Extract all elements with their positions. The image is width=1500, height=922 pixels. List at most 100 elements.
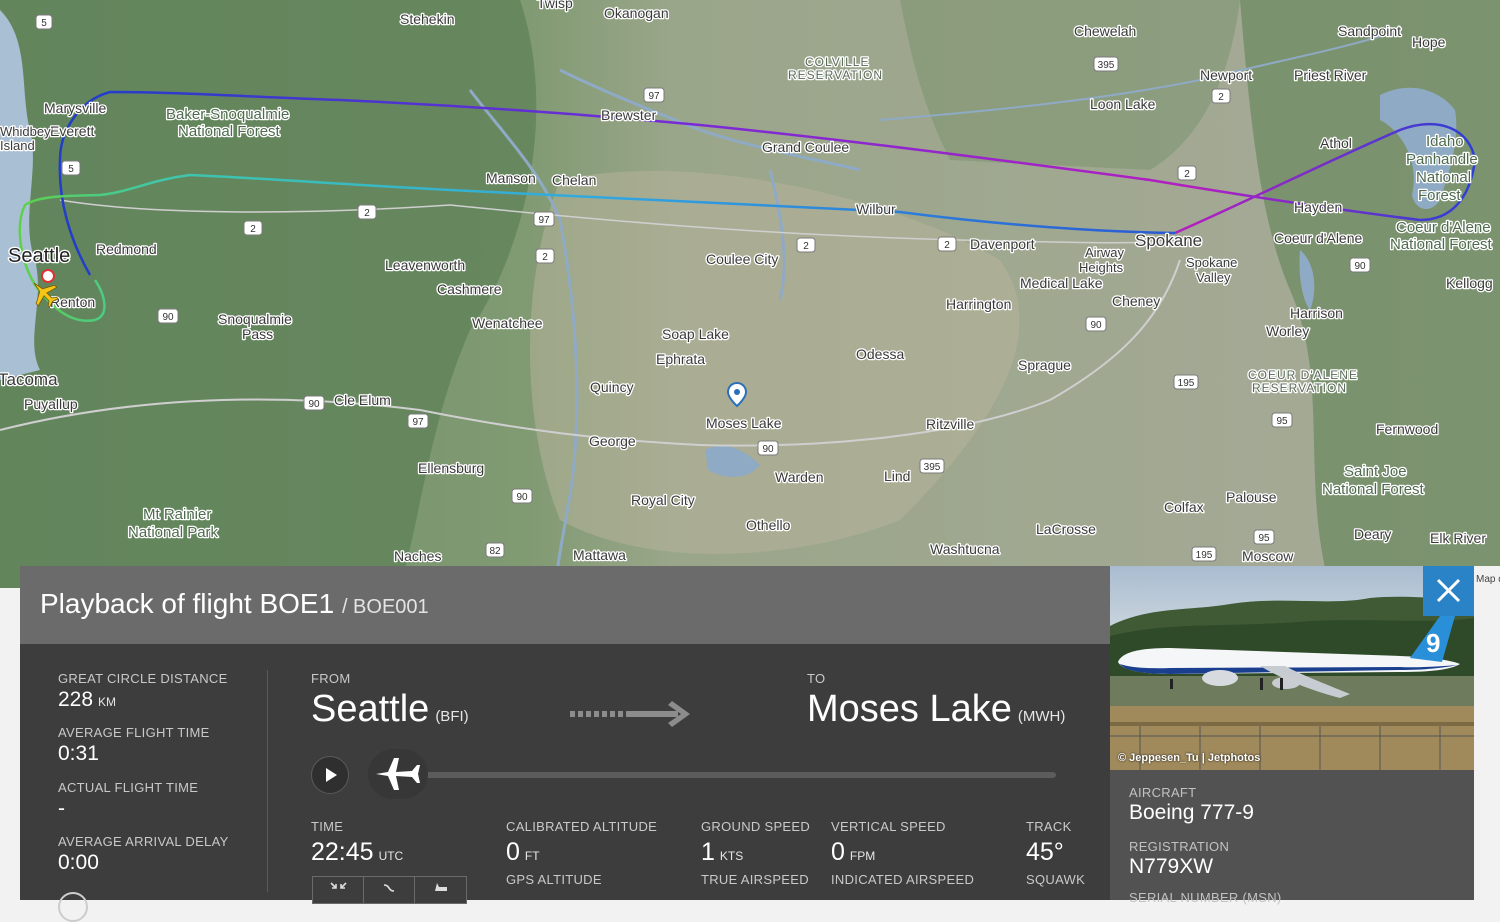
map-label: Puyallup: [24, 396, 78, 412]
map-label: National: [1416, 169, 1471, 186]
map-label: Moscow: [1242, 548, 1294, 564]
svg-text:2: 2: [250, 224, 256, 235]
flight-map[interactable]: 5 97 395 2 2 5 2 2 97 2 2 2 90 90 90 195…: [0, 0, 1500, 588]
photo-credit[interactable]: © Jeppesen_Tu | Jetphotos: [1118, 752, 1260, 764]
map-label: Fernwood: [1376, 421, 1438, 437]
highway-shield: 2: [535, 248, 555, 264]
origin-city: Seattle (BFI): [311, 688, 469, 730]
avg-flight-time-value: 0:31: [58, 742, 99, 765]
calibrated-altitude-value: 0 FT: [506, 838, 540, 866]
highway-shield: 2: [1177, 165, 1197, 181]
indicated-airspeed-label: INDICATED AIRSPEED: [831, 872, 975, 887]
time-label: TIME: [311, 819, 344, 834]
map-label: Kellogg: [1446, 275, 1493, 291]
map-label: Airway: [1085, 245, 1125, 260]
svg-text:90: 90: [516, 492, 528, 503]
map-label: Cheney: [1112, 293, 1160, 309]
highway-shield: 2: [1211, 88, 1231, 104]
svg-text:97: 97: [648, 91, 660, 102]
map-label: Brewster: [601, 107, 657, 123]
highway-shield: 90: [1085, 316, 1107, 332]
map-label: Hayden: [1294, 199, 1342, 215]
playback-handle[interactable]: [368, 749, 428, 799]
map-label: Coeur d'Alene: [1274, 230, 1363, 246]
map-label: Royal City: [631, 492, 695, 508]
map-label: Forest: [1418, 187, 1461, 204]
map-label: Priest River: [1294, 67, 1367, 83]
map-label: Grand Coulee: [762, 139, 849, 155]
map-label: Mt Rainier: [143, 506, 211, 523]
registration-value[interactable]: N779XW: [1129, 855, 1213, 879]
true-airspeed-label: TRUE AIRSPEED: [701, 872, 809, 887]
map-label: Soap Lake: [662, 326, 729, 342]
map-label: Manson: [486, 170, 536, 186]
highway-shield: 195: [1173, 374, 1199, 390]
highway-shield: 90: [157, 308, 179, 324]
vertical-speed-value: 0 FPM: [831, 838, 876, 866]
flight-callsign: / BOE001: [341, 596, 429, 618]
highway-shield: 95: [1271, 412, 1293, 428]
map-label: Cle Elum: [334, 392, 391, 408]
playback-scrubber[interactable]: [420, 772, 1056, 778]
map-label: Marysville: [44, 100, 106, 116]
map-label: Saint Joe: [1344, 463, 1407, 480]
play-button[interactable]: [311, 756, 349, 794]
serial-number-label: SERIAL NUMBER (MSN): [1129, 890, 1282, 905]
great-circle-value: 228 KM: [58, 688, 117, 711]
close-button[interactable]: [1423, 566, 1474, 616]
highway-shield: 97: [533, 211, 555, 227]
plane-icon: [376, 758, 420, 790]
map-label: National Forest: [1322, 481, 1425, 498]
svg-text:5: 5: [68, 164, 74, 175]
track-value: 45°: [1026, 838, 1064, 866]
map-label: RESERVATION: [788, 68, 883, 82]
map-attribution[interactable]: Map data: [1476, 574, 1500, 585]
map-label: Mattawa: [573, 547, 626, 563]
map-label: Elk River: [1430, 530, 1486, 546]
highway-shield: 2: [243, 220, 263, 236]
map-label: National Forest: [178, 123, 281, 140]
map-label: Cashmere: [437, 281, 502, 297]
map-label: Renton: [50, 294, 95, 310]
svg-text:2: 2: [1218, 92, 1224, 103]
map-label: Loon Lake: [1090, 96, 1156, 112]
actual-flight-time-value: -: [58, 797, 65, 820]
calibrated-altitude-label: CALIBRATED ALTITUDE: [506, 819, 658, 834]
map-label: Hope: [1412, 34, 1446, 50]
aircraft-value[interactable]: Boeing 777-9: [1129, 801, 1254, 825]
svg-text:2: 2: [542, 252, 548, 263]
map-label: Ephrata: [656, 351, 705, 367]
map-label: Whidbey: [0, 124, 51, 139]
fr24-logo-icon: [58, 892, 88, 922]
highway-shield: 95: [1253, 529, 1275, 545]
map-label: Odessa: [856, 346, 904, 362]
map-label: Naches: [394, 548, 441, 564]
highway-shield: 395: [919, 458, 945, 474]
svg-text:90: 90: [162, 312, 174, 323]
avg-arrival-delay-label: AVERAGE ARRIVAL DELAY: [58, 834, 229, 849]
svg-text:90: 90: [1354, 261, 1366, 272]
playback-title: Playback of flight BOE1 / BOE001: [40, 588, 429, 620]
destination-city: Moses Lake (MWH): [807, 688, 1066, 730]
svg-text:90: 90: [1090, 320, 1102, 331]
map-label: Coeur d'Alene: [1396, 219, 1491, 236]
gps-altitude-label: GPS ALTITUDE: [506, 872, 602, 887]
great-circle-label: GREAT CIRCLE DISTANCE: [58, 671, 228, 686]
svg-text:97: 97: [412, 417, 424, 428]
map-label: Redmond: [96, 241, 157, 257]
time-value: 22:45 UTC: [311, 838, 404, 866]
highway-shield: 2: [357, 204, 377, 220]
map-label: Idaho: [1426, 133, 1464, 150]
map-label: Quincy: [590, 379, 634, 395]
map-label: Lind: [884, 468, 910, 484]
map-label: Coulee City: [706, 251, 778, 267]
actual-flight-time-label: ACTUAL FLIGHT TIME: [58, 780, 199, 795]
highway-shield: 90: [1349, 257, 1371, 273]
map-label: Moses Lake: [706, 415, 782, 431]
map-label: National Park: [128, 524, 219, 541]
svg-text:395: 395: [924, 462, 941, 473]
map-label: Othello: [746, 517, 791, 533]
vertical-speed-label: VERTICAL SPEED: [831, 819, 946, 834]
svg-text:2: 2: [364, 208, 370, 219]
map-label: Newport: [1200, 67, 1252, 83]
